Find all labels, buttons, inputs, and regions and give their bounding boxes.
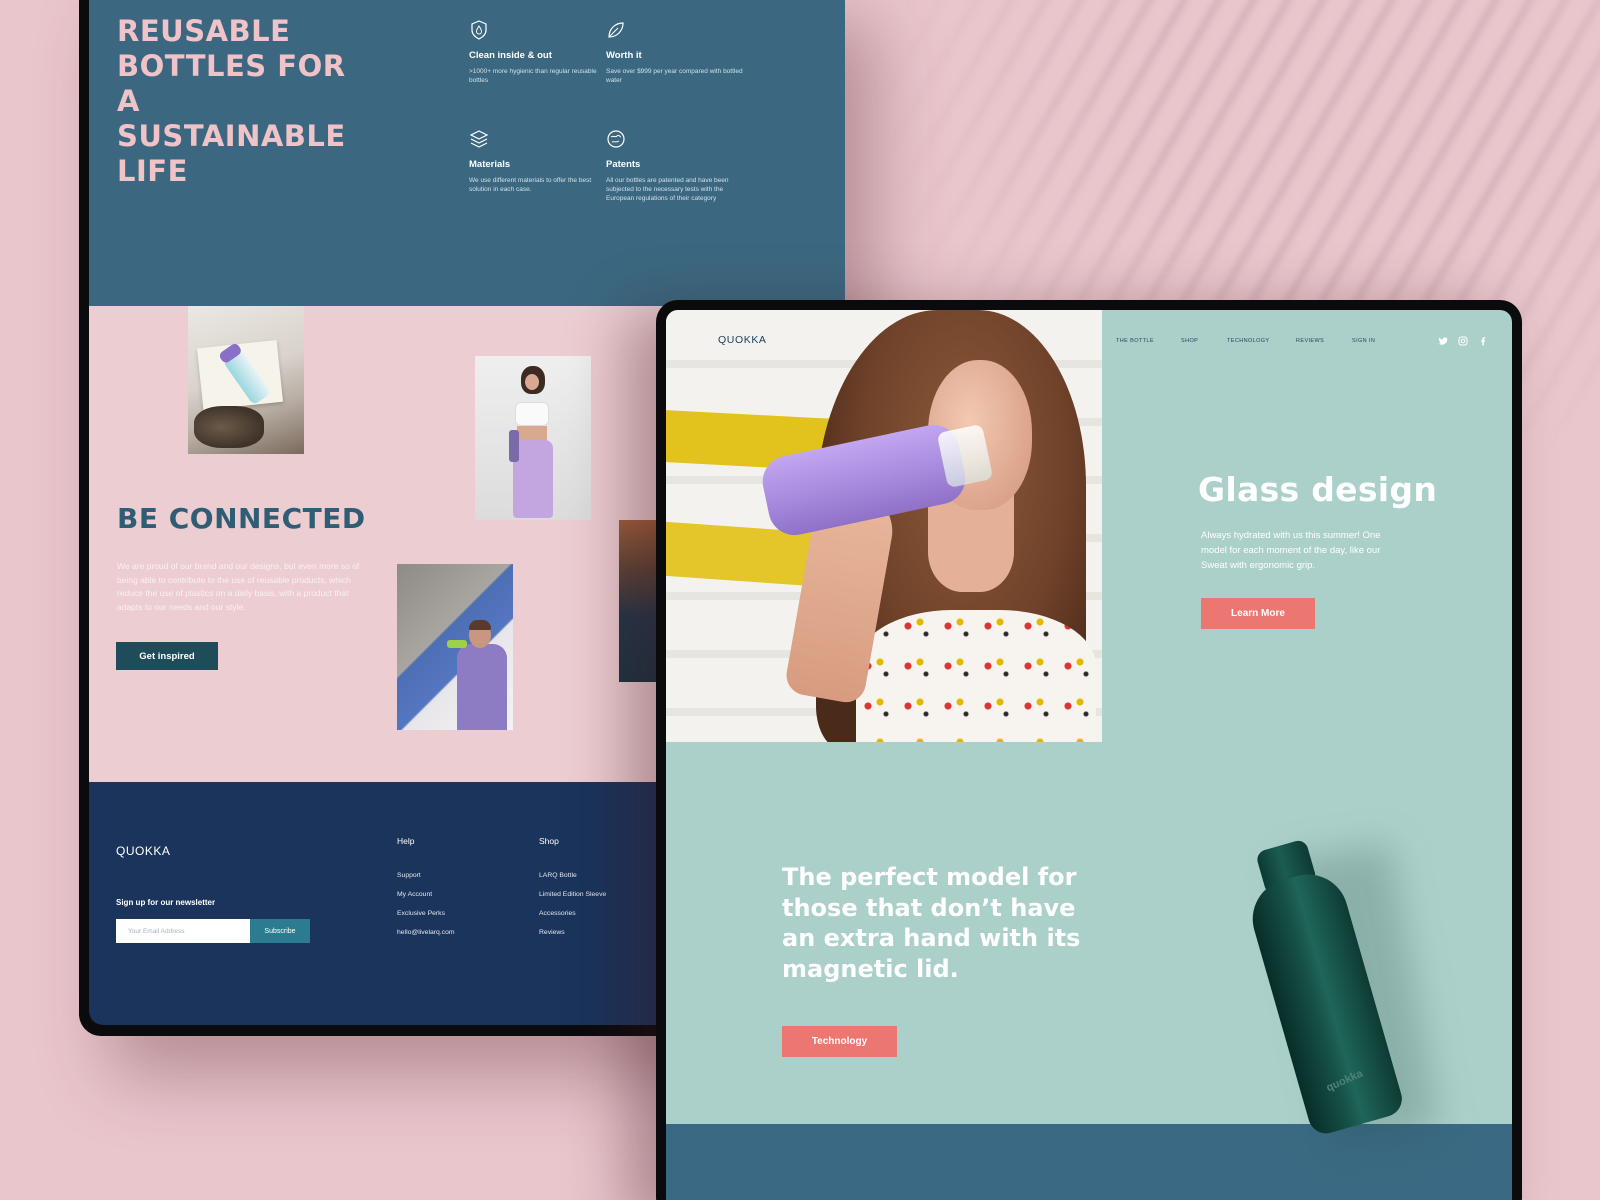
footer-help-column: Help Support My Account Exclusive Perks … (397, 836, 455, 948)
hero-title: Glass design (1198, 470, 1438, 509)
feature-title: Worth it (606, 50, 642, 61)
feature-materials: Materials We use different materials to … (469, 129, 609, 194)
nav-technology[interactable]: TECHNOLOGY (1227, 338, 1270, 344)
feature-desc: Save over $999 per year compared with bo… (606, 68, 743, 84)
feature-desc: We use different materials to offer the … (469, 177, 592, 193)
footer-link-exclusive-perks[interactable]: Exclusive Perks (397, 910, 455, 917)
photo-bottle-court (619, 520, 659, 682)
footer-shop-column: Shop LARQ Bottle Limited Edition Sleeve … (539, 836, 606, 948)
section-heading: BE CONNECTED (117, 502, 366, 535)
nav-sign-in[interactable]: SIGN IN (1352, 338, 1375, 344)
technology-button[interactable]: Technology (782, 1026, 897, 1057)
photo-bottle-book-cat (188, 306, 304, 454)
get-inspired-button[interactable]: Get inspired (116, 642, 218, 670)
feature-desc: >1000+ more hygienic than regular reusab… (469, 68, 597, 84)
footer-column-heading: Shop (539, 836, 559, 846)
newsletter-label: Sign up for our newsletter (116, 898, 216, 907)
site-logo[interactable]: QUOKKA (718, 334, 767, 346)
footer-link-limited-sleeve[interactable]: Limited Edition Sleeve (539, 891, 606, 898)
feature-heading: The perfect model for those that don’t h… (782, 863, 1081, 983)
layers-icon (469, 130, 489, 148)
leaf-icon (608, 22, 624, 38)
nav-the-bottle[interactable]: THE BOTTLE (1116, 338, 1154, 344)
footer-logo: QUOKKA (116, 844, 171, 858)
front-tablet-screen: QUOKKA THE BOTTLE SHOP TECHNOLOGY REVIEW… (666, 310, 1512, 1200)
hero-section: REUSABLE BOTTLES FOR A SUSTAINABLE LIFE … (89, 0, 845, 306)
feature-desc: All our bottles are patented and have be… (606, 177, 729, 202)
shield-drop-icon (471, 20, 487, 40)
feature-title: Clean inside & out (469, 50, 552, 61)
globe-icon (607, 130, 625, 148)
photo-man-drinking (397, 564, 513, 730)
newsletter-email-input[interactable] (116, 919, 250, 943)
feature-title: Patents (606, 159, 641, 170)
nav-reviews[interactable]: REVIEWS (1296, 338, 1324, 344)
hero-text: Always hydrated with us this summer! One… (1201, 530, 1381, 571)
instagram-icon[interactable] (1458, 336, 1468, 346)
hero-title: REUSABLE BOTTLES FOR A SUSTAINABLE LIFE (117, 14, 346, 188)
footer-link-accessories[interactable]: Accessories (539, 910, 606, 917)
feature-patents: Patents All our bottles are patented and… (606, 129, 746, 203)
learn-more-button[interactable]: Learn More (1201, 598, 1315, 629)
subscribe-button[interactable]: Subscribe (250, 919, 310, 943)
footer-column-heading: Help (397, 836, 415, 846)
footer-link-support[interactable]: Support (397, 872, 455, 879)
feature-clean: Clean inside & out >1000+ more hygienic … (469, 20, 609, 85)
footer-link-reviews[interactable]: Reviews (539, 929, 606, 936)
footer-link-my-account[interactable]: My Account (397, 891, 455, 898)
section-paragraph: We are proud of our brand and our design… (117, 561, 360, 612)
footer-link-email[interactable]: hello@livelarq.com (397, 929, 455, 936)
top-nav: QUOKKA THE BOTTLE SHOP TECHNOLOGY REVIEW… (666, 310, 1512, 376)
facebook-icon[interactable] (1478, 336, 1488, 346)
feature-title: Materials (469, 159, 511, 170)
twitter-icon[interactable] (1438, 336, 1448, 346)
footer-link-larq-bottle[interactable]: LARQ Bottle (539, 872, 606, 879)
photo-woman-with-bottle (475, 356, 591, 520)
feature-worth: Worth it Save over $999 per year compare… (606, 20, 746, 85)
nav-shop[interactable]: SHOP (1181, 338, 1198, 344)
